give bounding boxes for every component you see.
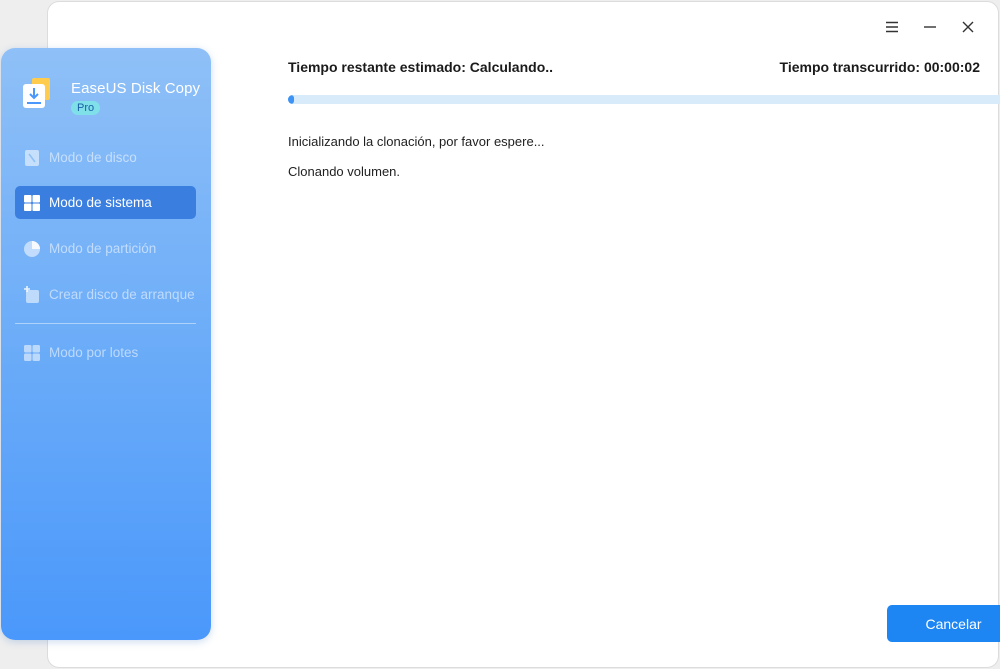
sidebar-item-label: Modo de sistema — [49, 195, 152, 210]
sidebar-item-label: Crear disco de arranque — [49, 287, 195, 302]
sidebar-item-bootable-disk[interactable]: Crear disco de arranque — [15, 278, 196, 311]
progress-bar-fill — [288, 95, 294, 104]
pie-chart-icon — [23, 240, 41, 258]
progress-bar — [288, 95, 1000, 104]
app-logo-icon — [19, 76, 55, 112]
sidebar-divider — [15, 323, 196, 324]
cancel-button[interactable]: Cancelar — [887, 605, 1000, 642]
sidebar-item-batch-mode[interactable]: Modo por lotes — [15, 336, 196, 369]
sidebar-item-label: Modo de disco — [49, 150, 137, 165]
sidebar: EaseUS Disk Copy Pro Modo de disco Modo … — [1, 48, 211, 640]
elapsed-time-label: Tiempo transcurrido: 00:00:02 — [780, 59, 980, 75]
brand: EaseUS Disk Copy Pro — [19, 76, 200, 116]
menu-icon[interactable] — [876, 16, 908, 38]
edition-badge: Pro — [71, 101, 100, 115]
minimize-icon[interactable] — [914, 16, 946, 38]
close-icon[interactable] — [952, 16, 984, 38]
remaining-time-label: Tiempo restante estimado: Calculando.. — [288, 59, 553, 75]
app-name: EaseUS Disk Copy — [71, 80, 200, 97]
sidebar-item-label: Modo de partición — [49, 241, 156, 256]
sidebar-item-disk-mode[interactable]: Modo de disco — [15, 141, 196, 174]
window-controls — [876, 16, 984, 38]
disk-icon — [23, 149, 41, 167]
log-line: Inicializando la clonación, por favor es… — [288, 134, 545, 149]
windows-icon — [23, 194, 41, 212]
grid-icon — [23, 344, 41, 362]
sidebar-item-system-mode[interactable]: Modo de sistema — [15, 186, 196, 219]
sidebar-item-partition-mode[interactable]: Modo de partición — [15, 232, 196, 265]
progress-header: Tiempo restante estimado: Calculando.. T… — [288, 59, 980, 75]
log-line: Clonando volumen. — [288, 164, 400, 179]
sidebar-item-label: Modo por lotes — [49, 345, 138, 360]
bootable-disk-icon — [23, 286, 41, 304]
